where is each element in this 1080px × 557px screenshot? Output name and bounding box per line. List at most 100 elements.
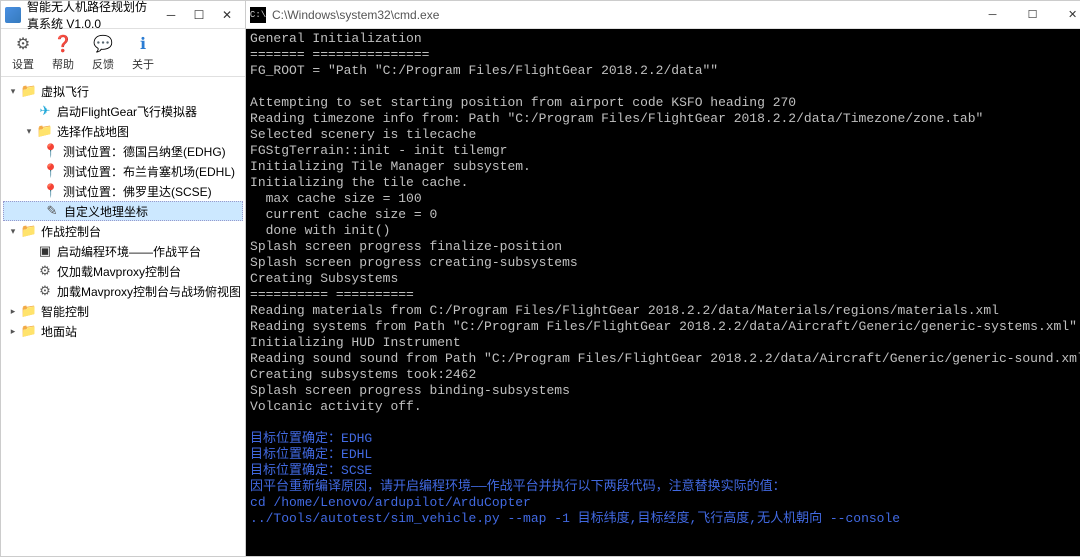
- location-icon: 📍: [43, 163, 59, 179]
- console-line: Initializing HUD Instrument: [250, 335, 1080, 351]
- console-line: ../Tools/autotest/sim_vehicle.py --map -…: [250, 511, 1080, 527]
- console-line: [250, 527, 1080, 543]
- console-line: [250, 415, 1080, 431]
- cmd-titlebar[interactable]: C:\ C:\Windows\system32\cmd.exe ─ ☐ ✕: [246, 1, 1080, 29]
- tree-loc-scse[interactable]: 📍 测试位置：佛罗里达(SCSE): [3, 181, 243, 201]
- tree-mavproxy-birdview[interactable]: ⚙ 加载Mavproxy控制台与战场俯视图: [3, 281, 243, 301]
- cmd-icon: C:\: [250, 7, 266, 23]
- tree-label: 虚拟飞行: [41, 83, 89, 100]
- toolbar: ⚙ 设置 ❓ 帮助 💬 反馈 ℹ 关于: [1, 29, 245, 77]
- tree-label: 启动FlightGear飞行模拟器: [57, 103, 197, 120]
- console-line: done with init(): [250, 223, 1080, 239]
- edit-icon: ✎: [44, 203, 60, 219]
- console-line: Reading timezone info from: Path "C:/Pro…: [250, 111, 1080, 127]
- console-line: Reading systems from Path "C:/Program Fi…: [250, 319, 1080, 335]
- chevron-down-icon[interactable]: ▾: [7, 225, 19, 237]
- chevron-right-icon[interactable]: ▸: [7, 325, 19, 337]
- about-button[interactable]: ℹ 关于: [125, 31, 161, 74]
- location-icon: 📍: [43, 143, 59, 159]
- console-line: Splash screen progress creating-subsyste…: [250, 255, 1080, 271]
- folder-icon: 📁: [21, 303, 37, 319]
- console-line: Creating Subsystems: [250, 271, 1080, 287]
- maximize-button[interactable]: ☐: [185, 4, 213, 26]
- console-line: Creating subsystems took:2462: [250, 367, 1080, 383]
- folder-icon: 📁: [21, 223, 37, 239]
- feedback-icon: 💬: [92, 33, 114, 55]
- tree-label: 加载Mavproxy控制台与战场俯视图: [57, 283, 241, 300]
- tree-select-map[interactable]: ▾ 📁 选择作战地图: [3, 121, 243, 141]
- cmd-window: C:\ C:\Windows\system32\cmd.exe ─ ☐ ✕ Ge…: [246, 0, 1080, 557]
- tree-label: 地面站: [41, 323, 77, 340]
- tree-loc-edhl[interactable]: 📍 测试位置：布兰肯塞机场(EDHL): [3, 161, 243, 181]
- help-icon: ❓: [52, 33, 74, 55]
- tree-ground-station[interactable]: ▸ 📁 地面站: [3, 321, 243, 341]
- tree-label: 测试位置：布兰肯塞机场(EDHL): [63, 163, 235, 180]
- console-line: Splash screen progress binding-subsystem…: [250, 383, 1080, 399]
- tree-loc-edhg[interactable]: 📍 测试位置：德国吕纳堡(EDHG): [3, 141, 243, 161]
- cmd-title: C:\Windows\system32\cmd.exe: [272, 8, 973, 22]
- console-line: [250, 79, 1080, 95]
- app-window: 智能无人机路径规划仿真系统 V1.0.0 ─ ☐ ✕ ⚙ 设置 ❓ 帮助 💬 反…: [0, 0, 246, 557]
- cmd-maximize-button[interactable]: ☐: [1013, 3, 1053, 27]
- console-line: [250, 543, 1080, 556]
- chevron-down-icon[interactable]: ▾: [7, 85, 19, 97]
- app-title: 智能无人机路径规划仿真系统 V1.0.0: [27, 0, 157, 32]
- folder-icon: 📁: [21, 323, 37, 339]
- console-line: 目标位置确定：EDHL: [250, 447, 1080, 463]
- expander-spacer: [23, 265, 35, 277]
- close-button[interactable]: ✕: [213, 4, 241, 26]
- console-line: 目标位置确定：EDHG: [250, 431, 1080, 447]
- console-line: current cache size = 0: [250, 207, 1080, 223]
- plane-icon: ✈: [37, 103, 53, 119]
- tree-label: 自定义地理坐标: [64, 203, 148, 220]
- chevron-right-icon[interactable]: ▸: [7, 305, 19, 317]
- expander-spacer: [23, 285, 35, 297]
- console-line: Reading materials from C:/Program Files/…: [250, 303, 1080, 319]
- tree-mavproxy-only[interactable]: ⚙ 仅加载Mavproxy控制台: [3, 261, 243, 281]
- console-line: ======= ===============: [250, 47, 1080, 63]
- console-line: Attempting to set starting position from…: [250, 95, 1080, 111]
- tree-label: 仅加载Mavproxy控制台: [57, 263, 181, 280]
- tree-label: 作战控制台: [41, 223, 101, 240]
- settings-button[interactable]: ⚙ 设置: [5, 31, 41, 74]
- console-line: max cache size = 100: [250, 191, 1080, 207]
- tree-virtual-flight[interactable]: ▾ 📁 虚拟飞行: [3, 81, 243, 101]
- console-line: Volcanic activity off.: [250, 399, 1080, 415]
- window-controls: ─ ☐ ✕: [157, 4, 241, 26]
- info-icon: ℹ: [132, 33, 154, 55]
- tree-label: 启动编程环境——作战平台: [57, 243, 201, 260]
- feedback-button[interactable]: 💬 反馈: [85, 31, 121, 74]
- cmd-window-controls: ─ ☐ ✕: [973, 3, 1080, 27]
- cmd-minimize-button[interactable]: ─: [973, 3, 1013, 27]
- terminal-icon: ▣: [37, 243, 53, 259]
- expander-spacer: [23, 245, 35, 257]
- expander-spacer: [23, 105, 35, 117]
- tree-combat-console[interactable]: ▾ 📁 作战控制台: [3, 221, 243, 241]
- tree-label: 智能控制: [41, 303, 89, 320]
- navigation-tree[interactable]: ▾ 📁 虚拟飞行 ✈ 启动FlightGear飞行模拟器 ▾ 📁 选择作战地图 …: [1, 77, 245, 556]
- console-line: Splash screen progress finalize-position: [250, 239, 1080, 255]
- gear-icon: ⚙: [37, 283, 53, 299]
- tree-label: 测试位置：佛罗里达(SCSE): [63, 183, 212, 200]
- cmd-close-button[interactable]: ✕: [1053, 3, 1080, 27]
- tree-label: 选择作战地图: [57, 123, 129, 140]
- tree-start-flightgear[interactable]: ✈ 启动FlightGear飞行模拟器: [3, 101, 243, 121]
- console-line: 目标位置确定：SCSE: [250, 463, 1080, 479]
- feedback-label: 反馈: [92, 56, 114, 72]
- gear-icon: ⚙: [37, 263, 53, 279]
- console-line: 因平台重新编译原因，请开启编程环境――作战平台并执行以下两段代码，注意替换实际的…: [250, 479, 1080, 495]
- console-output[interactable]: General Initialization======= ==========…: [246, 29, 1080, 556]
- minimize-button[interactable]: ─: [157, 4, 185, 26]
- tree-label: 测试位置：德国吕纳堡(EDHG): [63, 143, 226, 160]
- console-line: General Initialization: [250, 31, 1080, 47]
- settings-label: 设置: [12, 56, 34, 72]
- help-button[interactable]: ❓ 帮助: [45, 31, 81, 74]
- chevron-down-icon[interactable]: ▾: [23, 125, 35, 137]
- titlebar[interactable]: 智能无人机路径规划仿真系统 V1.0.0 ─ ☐ ✕: [1, 1, 245, 29]
- tree-smart-control[interactable]: ▸ 📁 智能控制: [3, 301, 243, 321]
- tree-start-env[interactable]: ▣ 启动编程环境——作战平台: [3, 241, 243, 261]
- console-line: Selected scenery is tilecache: [250, 127, 1080, 143]
- tree-custom-geo[interactable]: ✎ 自定义地理坐标: [3, 201, 243, 221]
- folder-icon: 📁: [21, 83, 37, 99]
- folder-icon: 📁: [37, 123, 53, 139]
